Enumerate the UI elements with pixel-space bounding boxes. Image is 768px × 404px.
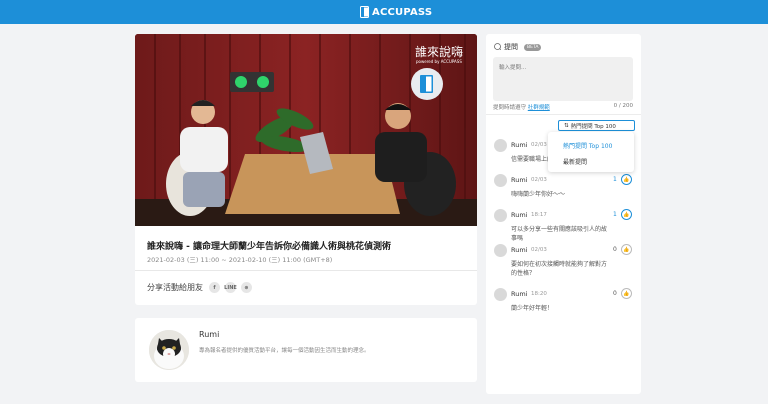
host-avatar[interactable]	[149, 330, 189, 370]
question-item: Rumi 18:17 1 👍 可以多分享一些有關應該吸引人的故事嗎	[494, 209, 634, 242]
rules-prefix: 提問時請遵守	[493, 105, 527, 111]
event-date: 2021-02-03 (三) 11:00 ~ 2021-02-10 (三) 11…	[147, 256, 333, 264]
question-time: 02/03	[531, 246, 547, 253]
line-share-icon[interactable]: LINE	[224, 282, 237, 293]
char-count: 0 / 200	[613, 103, 633, 109]
question-text: 嗨嗨蘭少年你好～～	[511, 191, 566, 198]
user-avatar	[494, 209, 507, 222]
sort-selected-value: 熱門提問 Top 100	[570, 123, 616, 130]
facebook-share-icon[interactable]: f	[209, 282, 220, 293]
question-author: Rumi	[511, 290, 528, 298]
question-author: Rumi	[511, 246, 528, 254]
question-author: Rumi	[511, 141, 528, 149]
brand-name: ACCUPASS	[372, 6, 433, 18]
video-player[interactable]: 誰來說嗨 powered by ACCUPASS	[135, 34, 477, 226]
qa-header: 提問 BETA	[494, 42, 542, 52]
like-icon[interactable]: 👍	[621, 288, 632, 299]
video-overlay-subtitle: powered by ACCUPASS	[416, 59, 462, 64]
question-time: 18:17	[531, 211, 547, 218]
like-count: 0	[613, 290, 617, 297]
event-card: 誰來說嗨 powered by ACCUPASS 誰來說嗨 - 讓命理大師蘭少年…	[135, 34, 477, 305]
host-name[interactable]: Rumi	[199, 330, 219, 339]
user-avatar	[494, 174, 507, 187]
user-avatar	[494, 288, 507, 301]
user-avatar	[494, 244, 507, 257]
question-text: 可以多分享一些有關應該吸引人的故事嗎	[511, 226, 608, 242]
share-row: 分享活動給朋友 f LINE ⊕	[147, 282, 257, 293]
top-navigation-bar: ACCUPASS	[0, 0, 768, 24]
sort-option-latest[interactable]: 最新提問	[563, 157, 587, 166]
sort-icon: ⇅	[564, 122, 569, 129]
beta-badge: BETA	[524, 43, 542, 51]
community-rules-link[interactable]: 社群規範	[528, 105, 550, 111]
like-icon[interactable]: 👍	[621, 244, 632, 255]
link-share-icon[interactable]: ⊕	[241, 282, 252, 293]
qa-title: 提問	[504, 43, 518, 51]
sort-select[interactable]: ⇅ 熱門提問 Top 100	[558, 120, 635, 131]
question-text: 要如何在初次接觸時就能夠了解對方的性格？	[511, 261, 608, 277]
host-card: Rumi 專為報名者提供的優質活動平台，讓每一個活動因生活而生動的理念。	[135, 318, 477, 382]
share-label: 分享活動給朋友	[147, 283, 203, 292]
like-icon[interactable]: 👍	[621, 174, 632, 185]
accupass-logo-icon	[360, 6, 369, 18]
host-description: 專為報名者提供的優質活動平台，讓每一個活動因生活而生動的理念。	[199, 348, 370, 354]
question-author: Rumi	[511, 211, 528, 219]
accupass-logo[interactable]: ACCUPASS	[360, 5, 432, 19]
event-title: 誰來說嗨 - 讓命理大師蘭少年告訴你必備識人術與桃花偵測術	[147, 242, 392, 252]
question-time: 02/03	[531, 176, 547, 183]
divider	[135, 270, 477, 271]
cat-avatar-icon	[149, 330, 189, 370]
user-avatar	[494, 139, 507, 152]
video-overlay-title: 誰來說嗨	[415, 44, 463, 59]
video-frame: 誰來說嗨 powered by ACCUPASS	[135, 34, 477, 226]
question-item: Rumi 18:20 0 👍 蘭少年好年輕！	[494, 288, 634, 318]
divider	[486, 114, 641, 115]
question-text: 蘭少年好年輕！	[511, 305, 554, 312]
sort-option-hot[interactable]: 熱門提問 Top 100	[563, 141, 612, 150]
question-input[interactable]	[493, 57, 633, 101]
question-time: 02/03	[531, 141, 547, 148]
question-icon	[494, 42, 502, 52]
question-item: Rumi 02/03 0 👍 要如何在初次接觸時就能夠了解對方的性格？	[494, 244, 634, 280]
qa-rules: 提問時請遵守 社群規範	[493, 103, 550, 111]
like-icon[interactable]: 👍	[621, 209, 632, 220]
sort-dropdown-menu: 熱門提問 Top 100 最新提問	[548, 132, 634, 172]
like-count: 1	[613, 176, 617, 183]
question-author: Rumi	[511, 176, 528, 184]
qa-panel: 提問 BETA 提問時請遵守 社群規範 0 / 200 ⇅ 熱門提問 Top 1…	[486, 34, 641, 394]
like-count: 1	[613, 211, 617, 218]
question-time: 18:20	[531, 290, 547, 297]
like-count: 0	[613, 246, 617, 253]
question-item: Rumi 02/03 1 👍 嗨嗨蘭少年你好～～	[494, 174, 634, 202]
